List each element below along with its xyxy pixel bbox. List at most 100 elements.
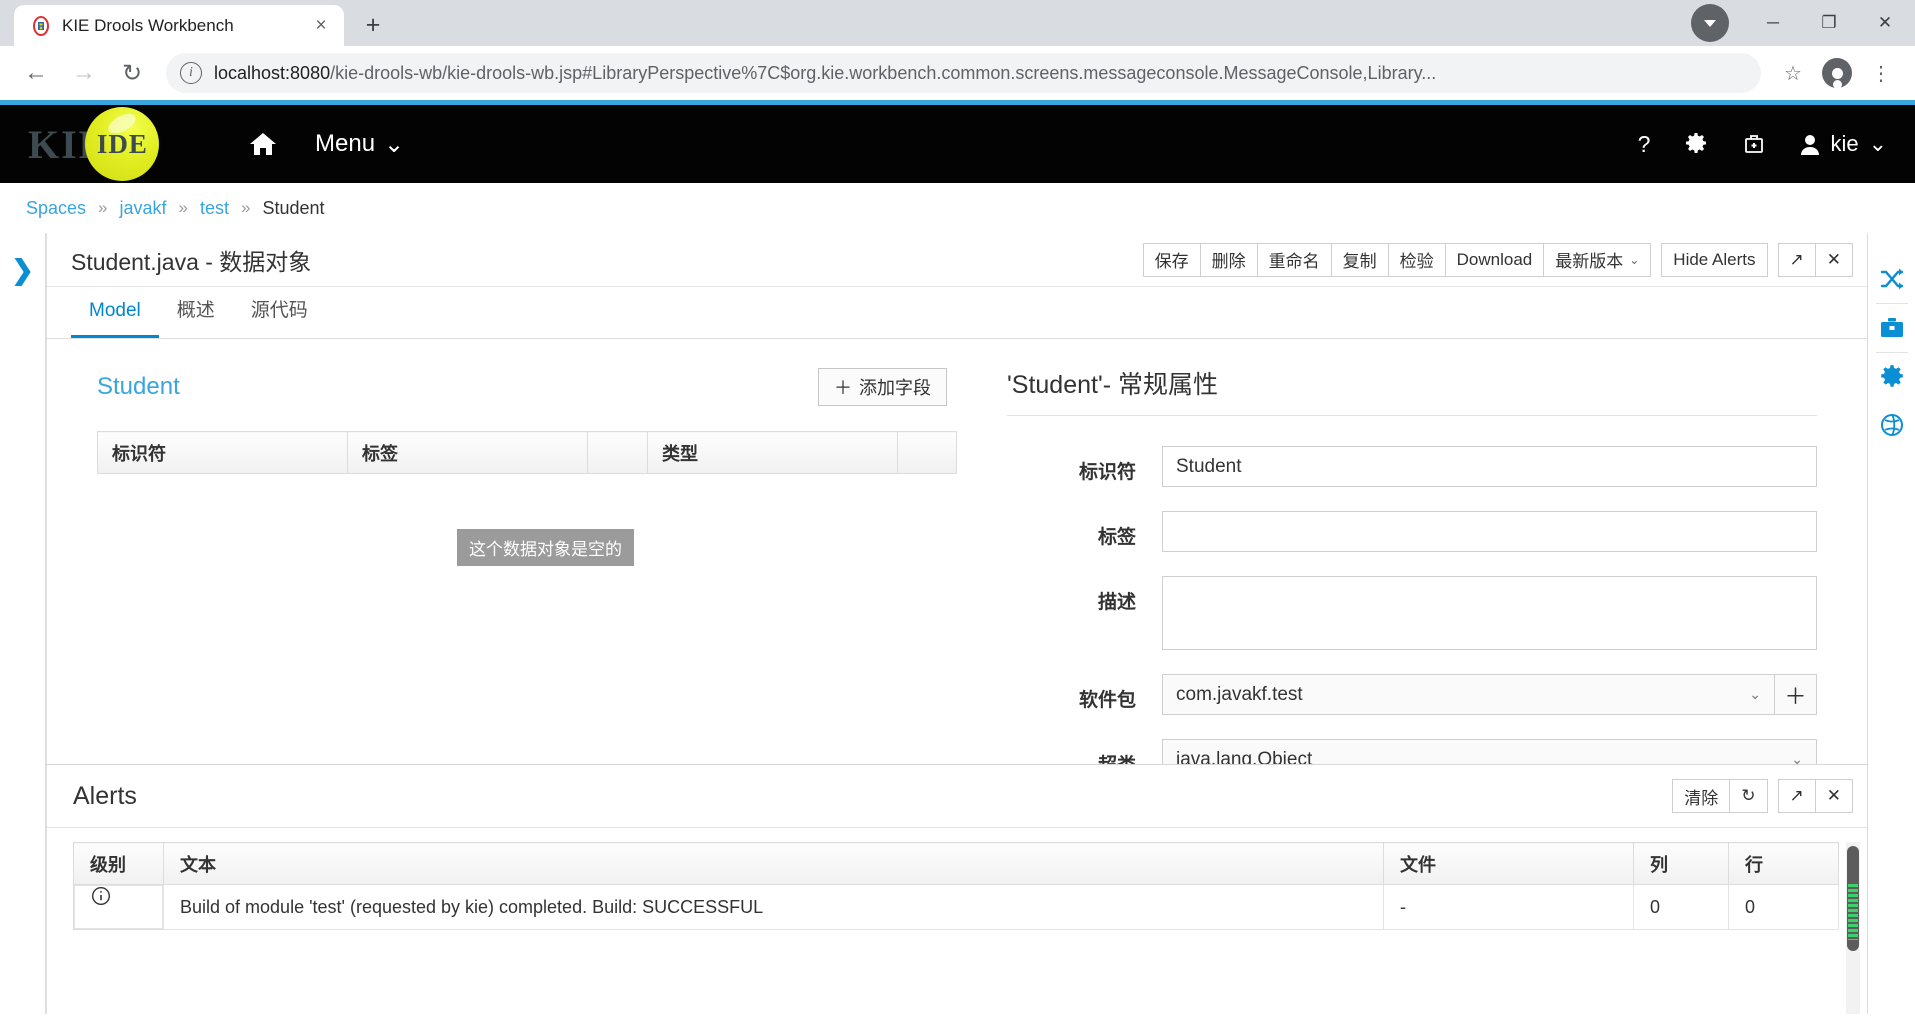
- tab-model[interactable]: Model: [71, 300, 159, 338]
- column-header-label[interactable]: 标签: [347, 431, 588, 474]
- validate-button[interactable]: 检验: [1387, 242, 1446, 277]
- page-title: Student.java - 数据对象: [71, 248, 312, 275]
- column-header-file[interactable]: 文件: [1383, 842, 1634, 885]
- column-header-line[interactable]: 行: [1728, 842, 1839, 885]
- back-button[interactable]: ←: [14, 51, 58, 95]
- browser-menu-icon[interactable]: ⋮: [1861, 53, 1901, 93]
- alerts-body: 级别 文本 文件 列 行 Build of module 'test' (req…: [47, 828, 1867, 1014]
- chevron-down-icon: ⌄: [1868, 131, 1887, 156]
- maximize-editor-icon[interactable]: ↗: [1777, 242, 1816, 277]
- breadcrumb-item-javakf[interactable]: javakf: [120, 198, 167, 219]
- alerts-panel: Alerts 清除 ↻ ↗ ✕ 级别 文本 文件 列 行 Build of mo…: [46, 764, 1867, 1014]
- column-header-blank-1: [587, 431, 648, 474]
- site-info-icon[interactable]: i: [180, 62, 202, 84]
- delete-button[interactable]: 删除: [1199, 242, 1258, 277]
- globe-icon[interactable]: [1868, 401, 1915, 449]
- gear-icon[interactable]: [1684, 132, 1708, 156]
- maximize-alerts-icon[interactable]: ↗: [1777, 779, 1816, 813]
- avatar-icon: [1800, 134, 1820, 155]
- column-header-text[interactable]: 文本: [163, 842, 1384, 885]
- superclass-select[interactable]: java.lang.Object ⌄: [1162, 739, 1817, 764]
- download-button[interactable]: Download: [1444, 242, 1545, 277]
- alert-level-cell: [74, 885, 163, 929]
- properties-divider: [1007, 415, 1817, 416]
- identifier-input[interactable]: [1162, 446, 1817, 487]
- chevron-down-icon: ⌄: [1629, 252, 1640, 267]
- help-icon[interactable]: ?: [1638, 131, 1651, 158]
- properties-title: 'Student'- 常规属性: [1007, 371, 1218, 399]
- field-description-label: 描述: [1097, 592, 1136, 613]
- forward-button[interactable]: →: [62, 51, 106, 95]
- data-object-editor-panel: Student.java - 数据对象 保存 删除 重命名 复制 检验 Down…: [46, 233, 1867, 764]
- version-dropdown-button[interactable]: 最新版本 ⌄: [1543, 242, 1652, 277]
- data-model-header: Student ＋ 添加字段: [97, 365, 947, 409]
- app-header-actions: ? kie ⌄: [1638, 131, 1887, 158]
- scrollbar-thumb[interactable]: [1847, 846, 1859, 951]
- chevron-down-icon: ⌄: [384, 130, 405, 158]
- kie-logo[interactable]: KIE IDE: [28, 107, 203, 181]
- close-window-button[interactable]: ✕: [1857, 1, 1913, 45]
- field-label-row: 标签: [1007, 511, 1817, 552]
- close-editor-icon[interactable]: ✕: [1814, 242, 1853, 277]
- label-input[interactable]: [1162, 511, 1817, 552]
- browser-tab-title: KIE Drools Workbench: [62, 15, 234, 35]
- editor-toolbar: 保存 删除 重命名 复制 检验 Download 最新版本 ⌄ Hide Ale…: [1142, 242, 1853, 277]
- alerts-header: Alerts 清除 ↻ ↗ ✕: [47, 765, 1867, 827]
- breadcrumb-item-spaces[interactable]: Spaces: [26, 198, 86, 219]
- minimize-button[interactable]: ─: [1745, 1, 1801, 45]
- browser-tab[interactable]: KIE Drools Workbench ×: [14, 5, 344, 46]
- column-header-type[interactable]: 类型: [647, 431, 898, 474]
- copy-button[interactable]: 复制: [1330, 242, 1389, 277]
- close-alerts-icon[interactable]: ✕: [1814, 779, 1853, 813]
- shuffle-icon[interactable]: [1868, 255, 1915, 303]
- profile-badge-icon[interactable]: [1691, 4, 1729, 42]
- briefcase-icon[interactable]: [1868, 304, 1915, 352]
- data-model-column: Student ＋ 添加字段 标识符 标签 类型 这个数据对象是空的: [47, 365, 977, 764]
- description-textarea[interactable]: [1162, 576, 1817, 650]
- field-identifier-label: 标识符: [1078, 462, 1136, 483]
- bookmark-icon[interactable]: ☆: [1773, 53, 1813, 93]
- user-menu[interactable]: kie ⌄: [1800, 131, 1887, 157]
- field-identifier-row: 标识符: [1007, 446, 1817, 487]
- close-tab-icon[interactable]: ×: [308, 13, 334, 39]
- expand-sidebar-icon[interactable]: ❯: [11, 255, 34, 1014]
- profile-avatar-icon[interactable]: [1817, 53, 1857, 93]
- add-package-button[interactable]: ＋: [1775, 674, 1817, 715]
- column-header-column[interactable]: 列: [1633, 842, 1729, 885]
- alert-file-cell: -: [1383, 884, 1634, 930]
- home-icon[interactable]: [249, 131, 277, 157]
- refresh-alerts-icon[interactable]: ↻: [1729, 779, 1768, 813]
- new-tab-button[interactable]: +: [356, 8, 390, 42]
- save-button[interactable]: 保存: [1142, 242, 1201, 277]
- vertical-scrollbar[interactable]: [1846, 842, 1860, 1014]
- menu-button[interactable]: Menu ⌄: [315, 130, 404, 159]
- table-row[interactable]: Build of module 'test' (requested by kie…: [74, 884, 1839, 930]
- version-dropdown-label: 最新版本: [1555, 252, 1624, 271]
- add-field-button[interactable]: ＋ 添加字段: [818, 368, 947, 406]
- column-header-level[interactable]: 级别: [73, 842, 164, 885]
- briefcase-icon[interactable]: [1742, 132, 1766, 156]
- breadcrumb-separator: »: [241, 198, 251, 217]
- tab-overview[interactable]: 概述: [159, 295, 233, 338]
- breadcrumb-separator: »: [178, 198, 189, 217]
- maximize-button[interactable]: ❐: [1801, 1, 1857, 45]
- breadcrumb-item-test[interactable]: test: [200, 198, 229, 219]
- left-sidebar-toggle-rail: ❯: [0, 233, 46, 1014]
- clear-alerts-button[interactable]: 清除: [1672, 779, 1731, 813]
- address-bar[interactable]: i localhost:8080/kie-drools-wb/kie-drool…: [166, 53, 1761, 93]
- column-header-identifier[interactable]: 标识符: [97, 431, 348, 474]
- tab-source[interactable]: 源代码: [233, 295, 326, 338]
- reload-button[interactable]: ↻: [110, 51, 154, 95]
- hide-alerts-button[interactable]: Hide Alerts: [1661, 242, 1768, 277]
- field-label-label: 标签: [1097, 527, 1136, 548]
- breadcrumb-item-student: Student: [262, 197, 325, 218]
- breadcrumb: Spaces » javakf » test » Student: [0, 183, 1915, 233]
- menu-label: Menu: [315, 130, 376, 157]
- package-select[interactable]: com.javakf.test ⌄: [1162, 674, 1775, 715]
- field-package-row: 软件包 com.javakf.test ⌄ ＋: [1007, 674, 1817, 715]
- user-name-label: kie: [1830, 131, 1859, 156]
- rename-button[interactable]: 重命名: [1256, 242, 1332, 277]
- alerts-table: 级别 文本 文件 列 行 Build of module 'test' (req…: [73, 842, 1839, 930]
- brand-ball-icon: IDE: [85, 107, 160, 181]
- gear-icon[interactable]: [1868, 353, 1915, 401]
